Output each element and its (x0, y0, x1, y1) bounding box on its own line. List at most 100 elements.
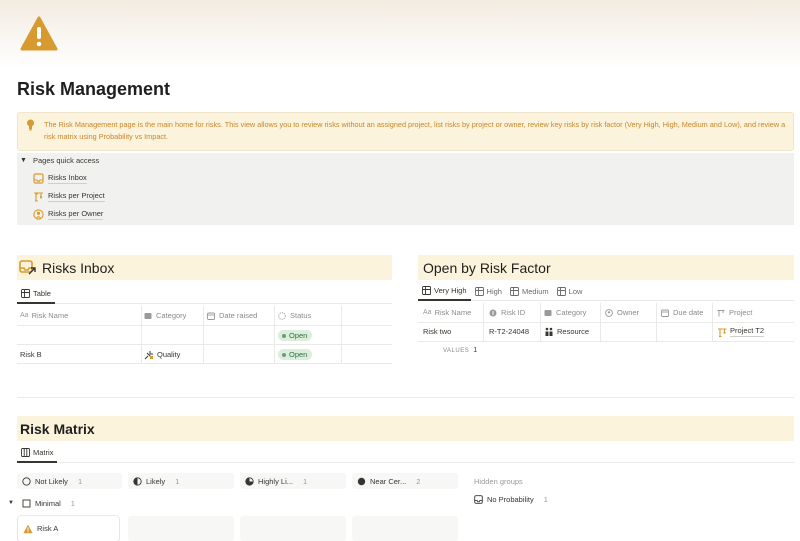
text-property-icon: Aa (423, 309, 432, 316)
crane-icon (34, 191, 43, 202)
quick-link-risks-per-owner[interactable]: Risks per Owner (33, 207, 104, 221)
quick-access-title[interactable]: Pages quick access (33, 156, 99, 165)
inbox-icon (474, 494, 483, 504)
tab-label[interactable]: Low (569, 287, 583, 296)
tab-label[interactable]: Very High (434, 286, 467, 295)
group-count: 1 (303, 476, 308, 486)
table-row-project[interactable]: Project T2 (717, 323, 765, 340)
board-card-risk-a[interactable]: Risk A (18, 516, 119, 541)
column-group-likely[interactable]: Likely 1 (128, 473, 234, 489)
risk-matrix-title[interactable]: Risk Matrix (20, 421, 95, 437)
quick-link-risks-inbox[interactable]: Risks Inbox (33, 171, 87, 185)
column-header-risk-name[interactable]: Aa Risk Name (423, 304, 471, 321)
tab-label[interactable]: Matrix (33, 448, 53, 457)
calculation-values-label[interactable]: VALUES 1 (443, 342, 478, 359)
status-label: Open (289, 350, 308, 359)
status-badge: Open (278, 349, 313, 360)
callout-text: The Risk Management page is the main hom… (44, 120, 786, 141)
board-cell-empty[interactable] (128, 516, 234, 541)
column-label: Risk Name (31, 311, 69, 320)
toggle-arrow-icon[interactable]: ▼ (20, 157, 27, 164)
column-header-category[interactable]: Category (544, 304, 586, 321)
table-row-risk-name[interactable]: Risk B (20, 346, 42, 363)
row-divider (17, 344, 392, 345)
hidden-groups-label: Hidden groups (474, 476, 523, 486)
column-label: Owner (617, 308, 640, 317)
tab-label[interactable]: Medium (522, 287, 549, 296)
table-row-status[interactable]: Open (278, 346, 313, 363)
lightbulb-icon (27, 119, 34, 131)
relation-crane-icon (717, 309, 725, 316)
row-divider (17, 363, 392, 364)
tab-label[interactable]: High (487, 287, 502, 296)
table-row-category[interactable]: Resource (544, 323, 589, 340)
card-label: Risk A (37, 524, 59, 533)
tab-label[interactable]: Table (33, 289, 51, 298)
quick-link-label[interactable]: Risks Inbox (48, 173, 87, 184)
row-group-minimal[interactable]: ▼ Minimal 1 (3, 495, 113, 511)
select-property-icon (144, 312, 152, 319)
column-divider (656, 303, 657, 341)
person-property-icon (605, 308, 613, 317)
hidden-group-no-probability[interactable]: No Probability 1 (469, 491, 589, 507)
column-header-category[interactable]: Category (144, 307, 186, 324)
column-header-owner[interactable]: Owner (605, 304, 639, 321)
board-cell-empty[interactable] (352, 516, 458, 541)
table-row-category[interactable]: Quality (144, 346, 180, 363)
group-count: 1 (175, 476, 180, 486)
warning-icon[interactable] (20, 16, 58, 52)
category-label: Quality (157, 350, 181, 359)
quality-icon (144, 350, 153, 359)
column-group-near-certain[interactable]: Near Cer... 2 (352, 473, 458, 489)
quick-link-label[interactable]: Risks per Owner (48, 209, 104, 220)
column-divider (483, 303, 484, 341)
column-header-risk-id[interactable]: Risk ID (489, 304, 525, 321)
quick-link-risks-per-project[interactable]: Risks per Project (33, 189, 105, 203)
column-label: Risk ID (501, 308, 526, 317)
id-icon (489, 309, 497, 316)
table-icon (510, 287, 519, 296)
column-group-not-likely[interactable]: Not Likely 1 (17, 473, 122, 489)
tab-high[interactable]: High (471, 283, 506, 301)
category-label: Resource (557, 327, 590, 336)
row-divider (17, 325, 392, 326)
column-header-status[interactable]: Status (278, 307, 311, 324)
tab-matrix[interactable]: Matrix (17, 445, 58, 463)
tab-low[interactable]: Low (553, 283, 587, 301)
board-cell-empty[interactable] (240, 516, 346, 541)
table-icon (21, 289, 30, 298)
values-count: 1 (473, 347, 478, 354)
inbox-icon (33, 172, 44, 184)
status-icon (278, 311, 286, 320)
quick-link-label[interactable]: Risks per Project (48, 191, 105, 202)
risks-inbox-title[interactable]: Risks Inbox (42, 260, 114, 276)
risk-factor-header: Open by Risk Factor (418, 255, 794, 280)
page-cover (0, 0, 800, 70)
inbox-arrow-icon (19, 260, 36, 275)
table-icon (422, 286, 431, 295)
tab-very-high[interactable]: Very High (418, 283, 471, 301)
column-divider (540, 303, 541, 341)
column-header-date-raised[interactable]: Date raised (207, 307, 257, 324)
group-count: 1 (543, 494, 548, 504)
empty-circle-icon (22, 476, 31, 486)
column-group-highly-likely[interactable]: Highly Li... 1 (240, 473, 346, 489)
table-row-risk-name[interactable]: Risk two (423, 323, 451, 340)
tab-medium[interactable]: Medium (506, 283, 553, 301)
table-icon (474, 287, 484, 296)
toggle-arrow-icon[interactable]: ▼ (8, 500, 14, 506)
half-circle-icon (133, 476, 142, 486)
page-title: Risk Management (17, 79, 171, 99)
column-divider (712, 303, 713, 341)
table-row-status[interactable]: Open (278, 327, 313, 344)
text-property-icon: Aa (20, 312, 29, 319)
select-property-icon (544, 309, 552, 316)
column-header-risk-name[interactable]: Aa Risk Name (20, 307, 68, 324)
table-row-risk-id[interactable]: R-T2-24048 (489, 323, 529, 340)
risk-factor-title[interactable]: Open by Risk Factor (423, 260, 551, 276)
tab-table[interactable]: Table (17, 286, 55, 304)
group-label: Not Likely (35, 476, 68, 486)
column-header-due-date[interactable]: Due date (661, 304, 703, 321)
status-badge: Open (278, 330, 313, 341)
column-header-project[interactable]: Project (717, 304, 752, 321)
